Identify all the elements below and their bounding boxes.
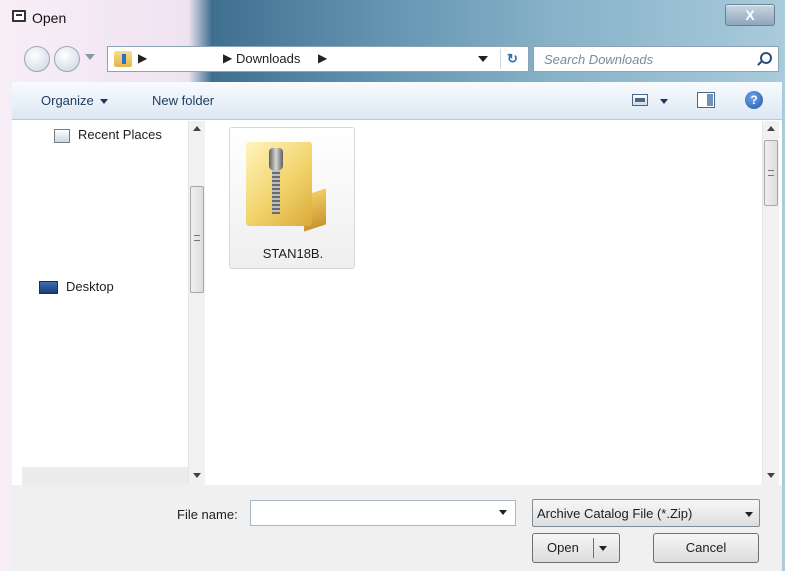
file-type-value: Archive Catalog File (*.Zip) <box>537 506 693 521</box>
address-bar[interactable]: ▶ ▶ Downloads ▶ ↻ <box>107 46 529 72</box>
scroll-up-icon[interactable] <box>193 126 201 131</box>
files-vertical-scrollbar[interactable] <box>762 121 779 485</box>
dialog-client-area: Organize New folder ? Recent Places Desk… <box>12 82 782 571</box>
nav-horizontal-scrollbar[interactable] <box>22 467 188 485</box>
navigation-pane: Recent Places Desktop <box>12 121 209 485</box>
scrollbar-thumb[interactable] <box>190 186 204 293</box>
breadcrumb-separator[interactable]: ▶ <box>318 51 327 65</box>
breadcrumb-downloads[interactable]: Downloads <box>236 51 300 66</box>
nav-item-label: Recent Places <box>78 127 162 142</box>
zip-folder-icon <box>242 138 342 234</box>
search-input[interactable]: Search Downloads <box>544 52 653 67</box>
scroll-down-icon[interactable] <box>767 473 775 478</box>
recent-places-icon <box>54 128 70 143</box>
scroll-up-icon[interactable] <box>767 126 775 131</box>
address-row: ▶ ▶ Downloads ▶ ↻ Search Downloads <box>12 42 782 74</box>
title-bar: Open X <box>0 0 785 36</box>
cancel-button[interactable]: Cancel <box>653 533 759 563</box>
open-split-divider <box>593 538 594 558</box>
forward-arrow-icon <box>55 47 79 71</box>
nav-item-recent-places[interactable]: Recent Places <box>54 127 162 143</box>
dialog-footer: File name: Archive Catalog File (*.Zip) … <box>12 485 782 571</box>
downloads-folder-icon <box>114 51 132 67</box>
file-list: STAN18B. <box>209 121 782 485</box>
breadcrumb-hidden-segment <box>152 48 216 70</box>
preview-pane-button[interactable] <box>697 92 715 108</box>
chevron-down-icon <box>99 99 108 105</box>
help-button[interactable]: ? <box>745 91 763 109</box>
window-icon <box>12 10 26 22</box>
change-view-button[interactable] <box>632 94 648 106</box>
address-history-dropdown[interactable] <box>478 56 488 62</box>
chevron-down-icon <box>745 512 753 517</box>
recent-locations-dropdown[interactable] <box>85 54 95 60</box>
close-button[interactable]: X <box>725 4 775 26</box>
scrollbar-thumb[interactable] <box>764 140 778 206</box>
desktop-icon <box>39 281 58 295</box>
organize-button[interactable]: Organize <box>41 93 108 108</box>
file-item[interactable]: STAN18B. <box>229 127 355 269</box>
breadcrumb-separator[interactable]: ▶ <box>138 51 147 65</box>
zip-folder-icon-pull <box>269 148 283 170</box>
search-icon[interactable] <box>760 52 772 64</box>
nav-item-label: Desktop <box>66 279 114 294</box>
refresh-button[interactable]: ↻ <box>500 49 524 69</box>
window-title: Open <box>32 10 67 26</box>
forward-button[interactable] <box>54 46 80 72</box>
file-name-dropdown[interactable] <box>499 510 507 515</box>
scroll-down-icon[interactable] <box>193 473 201 478</box>
open-options-dropdown[interactable] <box>599 546 607 551</box>
new-folder-button[interactable]: New folder <box>152 93 214 108</box>
search-box[interactable]: Search Downloads <box>533 46 779 72</box>
organize-label: Organize <box>41 93 94 108</box>
open-button[interactable]: Open <box>532 533 620 563</box>
view-options-dropdown[interactable] <box>660 99 668 104</box>
nav-item-desktop[interactable]: Desktop <box>39 279 114 295</box>
breadcrumb-separator[interactable]: ▶ <box>223 51 232 65</box>
file-type-select[interactable]: Archive Catalog File (*.Zip) <box>532 499 760 527</box>
open-label: Open <box>547 540 579 555</box>
command-bar: Organize New folder ? <box>12 82 782 120</box>
window-frame: Open X ▶ ▶ Downloads ▶ ↻ Search Download… <box>0 0 785 571</box>
back-button[interactable] <box>24 46 50 72</box>
file-name-label: STAN18B. <box>262 246 324 261</box>
file-name-label: File name: <box>177 507 238 522</box>
nav-vertical-scrollbar[interactable] <box>188 121 205 485</box>
grip-icon <box>194 235 200 241</box>
file-name-input[interactable] <box>250 500 516 526</box>
grip-icon <box>768 170 774 176</box>
back-arrow-icon <box>25 47 49 71</box>
